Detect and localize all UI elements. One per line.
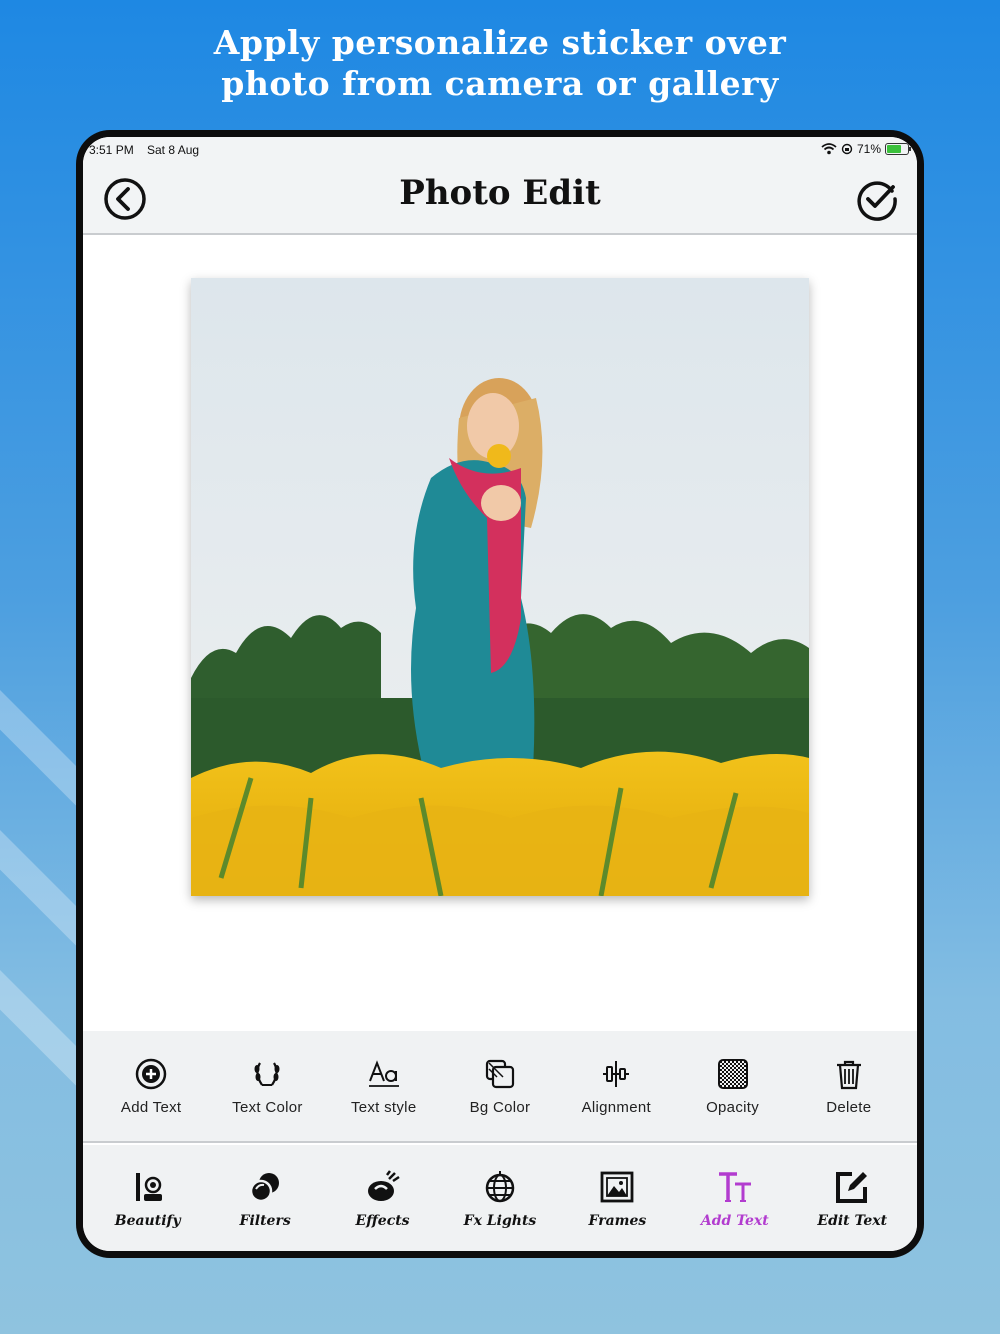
status-bar: 3:51 PM Sat 8 Aug 71% xyxy=(83,137,917,163)
tool-label: Text style xyxy=(350,1099,417,1116)
battery-icon xyxy=(885,143,911,155)
tool-label: Edit Text xyxy=(817,1213,888,1229)
promo-headline: Apply personalize sticker over photo fro… xyxy=(0,22,1000,104)
tool-label: Beautify xyxy=(114,1213,181,1229)
orientation-lock-icon xyxy=(841,143,853,155)
filters-icon xyxy=(249,1173,280,1203)
tool-beautify[interactable]: Beautify xyxy=(89,1145,206,1251)
status-indicators: 71% xyxy=(821,142,911,156)
tool-bg-color[interactable]: Bg Color xyxy=(442,1031,558,1141)
tool-label: Delete xyxy=(826,1099,872,1116)
tool-add-text[interactable]: Add Text xyxy=(93,1031,209,1141)
tool-add-text-tab[interactable]: Add Text xyxy=(676,1145,793,1251)
tablet-frame: 3:51 PM Sat 8 Aug 71% Photo Edit Add Tex… xyxy=(76,130,924,1258)
tool-opacity[interactable]: Opacity xyxy=(674,1031,790,1141)
tool-label: Filters xyxy=(239,1213,291,1229)
battery-level xyxy=(887,145,902,153)
promo-line-1: Apply personalize sticker over xyxy=(213,23,787,62)
tool-label: Frames xyxy=(588,1213,647,1229)
tool-text-style[interactable]: Text style xyxy=(326,1031,442,1141)
tool-fx-lights[interactable]: Fx Lights xyxy=(441,1145,558,1251)
photo-image xyxy=(191,278,809,896)
promo-line-2: photo from camera or gallery xyxy=(221,64,779,103)
edit-icon xyxy=(836,1172,868,1203)
edit-canvas[interactable] xyxy=(83,235,917,1031)
tool-label: Opacity xyxy=(706,1099,760,1116)
tool-frames[interactable]: Frames xyxy=(559,1145,676,1251)
tool-label: Fx Lights xyxy=(463,1213,537,1229)
font-aa-icon xyxy=(368,1060,399,1087)
status-time: 3:51 PM xyxy=(89,143,134,157)
tool-label: Add Text xyxy=(120,1099,182,1116)
battery-percent: 71% xyxy=(856,142,881,156)
tool-label: Effects xyxy=(355,1213,410,1229)
laurel-icon xyxy=(254,1062,280,1086)
tool-label: Add Text xyxy=(700,1213,769,1229)
frame-icon xyxy=(600,1171,634,1203)
makeup-icon xyxy=(135,1173,162,1201)
top-bar: Photo Edit xyxy=(83,163,917,235)
edited-photo[interactable] xyxy=(191,278,809,896)
tool-label: Alignment xyxy=(581,1099,651,1116)
tool-effects[interactable]: Effects xyxy=(324,1145,441,1251)
check-circle-icon[interactable] xyxy=(855,177,899,221)
wifi-icon xyxy=(821,143,837,155)
align-center-icon xyxy=(603,1061,630,1087)
tool-delete[interactable]: Delete xyxy=(791,1031,907,1141)
add-circle-icon xyxy=(135,1058,167,1090)
trash-icon xyxy=(836,1060,861,1090)
main-tools-bar: Beautify Filters Effects Fx Lights Frame… xyxy=(83,1145,917,1251)
checker-icon xyxy=(717,1059,748,1089)
tool-text-color[interactable]: Text Color xyxy=(209,1031,325,1141)
text-size-icon xyxy=(718,1172,751,1202)
tool-label: Text Color xyxy=(232,1099,303,1116)
tool-edit-text[interactable]: Edit Text xyxy=(794,1145,911,1251)
tool-alignment[interactable]: Alignment xyxy=(558,1031,674,1141)
layers-icon xyxy=(485,1059,515,1089)
disco-ball-icon xyxy=(485,1171,515,1203)
tool-filters[interactable]: Filters xyxy=(206,1145,323,1251)
status-date: Sat 8 Aug xyxy=(147,143,200,157)
effects-icon xyxy=(367,1170,400,1201)
text-tools-bar: Add Text Text Color Text style Bg Color … xyxy=(83,1031,917,1143)
page-title: Photo Edit xyxy=(399,173,601,213)
app-screen: 3:51 PM Sat 8 Aug 71% Photo Edit Add Tex… xyxy=(83,137,917,1251)
tool-label: Bg Color xyxy=(469,1099,531,1116)
